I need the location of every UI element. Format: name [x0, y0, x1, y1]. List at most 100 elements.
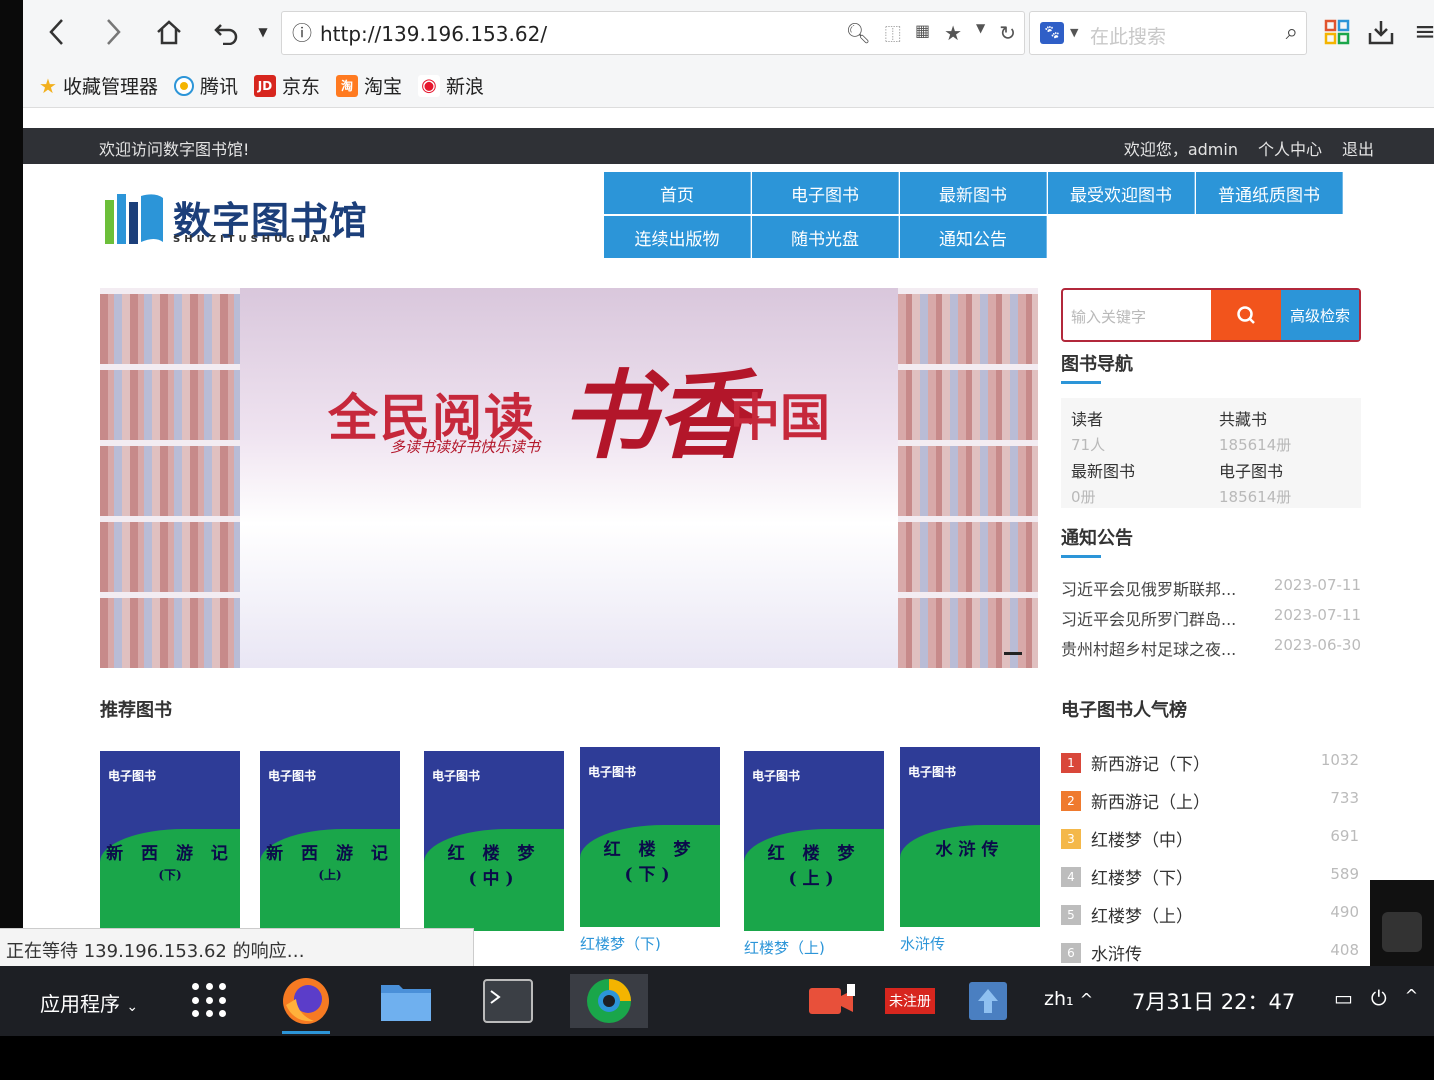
nav-serials[interactable]: 连续出版物 [604, 216, 751, 258]
bookmark-label: 新浪 [446, 76, 485, 98]
nav-notices[interactable]: 通知公告 [900, 216, 1047, 258]
book-card[interactable]: 电子图书 红 楼 梦(中) ) [424, 751, 564, 955]
browser-window: ▼ ⓘ http://139.196.153.62/ 🔍︎ ⿰ ▦ ★ ▼ ↻ … [23, 0, 1434, 966]
search-button[interactable] [1211, 290, 1281, 340]
menu-icon[interactable]: ≡ [1407, 14, 1434, 50]
rank-row[interactable]: 3 红楼梦（中） 691 [1061, 824, 1361, 862]
rank-row[interactable]: 4 红楼梦（下） 589 [1061, 862, 1361, 900]
search-icon [1237, 306, 1255, 324]
book-cover[interactable]: 电子图书 新 西 游 记 (上) [260, 751, 400, 931]
undo-icon[interactable] [209, 14, 245, 50]
chevron-up-icon[interactable]: ^ [1405, 986, 1418, 1010]
book-cover[interactable]: 电子图书 水浒传 [900, 747, 1040, 927]
paw-icon[interactable]: 🐾︎ [1040, 22, 1064, 44]
bookmark-tencent[interactable]: 腾讯 [173, 72, 238, 99]
address-bar[interactable]: ⓘ http://139.196.153.62/ 🔍︎ ⿰ ▦ ★ ▼ ↻ [281, 11, 1025, 55]
rank-row[interactable]: 5 红楼梦（上） 490 [1061, 900, 1361, 938]
nav-popular-books[interactable]: 最受欢迎图书 [1048, 172, 1195, 214]
book-cover[interactable]: 电子图书 红 楼 梦 (上) [744, 751, 884, 931]
nav-new-books[interactable]: 最新图书 [900, 172, 1047, 214]
engine-dropdown-icon[interactable]: ▼ [1070, 26, 1078, 39]
translate-icon[interactable]: ⿰ [885, 21, 901, 45]
rank-name[interactable]: 红楼梦（上） [1091, 902, 1193, 927]
rank-name[interactable]: 新西游记（下） [1091, 750, 1210, 775]
widget-icon[interactable] [1382, 912, 1422, 952]
back-icon[interactable] [39, 14, 75, 50]
bookmark-label: 腾讯 [199, 76, 238, 98]
upload-icon[interactable] [958, 974, 1018, 1028]
firefox-icon[interactable] [276, 974, 336, 1034]
stat-label: 共藏书 [1219, 410, 1268, 429]
rank-name[interactable]: 红楼梦（中） [1091, 826, 1193, 851]
book-card[interactable]: 电子图书 新 西 游 记(上) ) [260, 751, 400, 955]
rank-count: 490 [1330, 903, 1359, 921]
rank-row[interactable]: 2 新西游记（上） 733 [1061, 786, 1361, 824]
bookmark-star-icon[interactable]: ★ [944, 21, 962, 45]
book-caption[interactable]: 水浒传 [900, 933, 1040, 954]
browser-search-bar[interactable]: 🐾︎ ▼ 在此搜索 ⌕ [1029, 11, 1307, 55]
logout-link[interactable]: 退出 [1342, 136, 1374, 160]
rank-row[interactable]: 6 水浒传 408 [1061, 938, 1361, 966]
rank-row[interactable]: 1 新西游记（下） 1032 [1061, 748, 1361, 786]
user-center-link[interactable]: 个人中心 [1258, 136, 1322, 160]
home-icon[interactable] [151, 14, 187, 50]
notice-item[interactable]: 习近平会见所罗门群岛... 2023-07-11 [1061, 606, 1361, 636]
carousel-indicator[interactable] [1004, 652, 1022, 655]
power-icon[interactable]: ⏻ [1371, 986, 1387, 1010]
screen-icon[interactable]: ▭ [1334, 986, 1353, 1010]
forward-icon[interactable] [95, 14, 131, 50]
book-cover[interactable]: 电子图书 红 楼 梦 (中) [424, 751, 564, 931]
bookmark-sina[interactable]: ◉ 新浪 [418, 72, 484, 99]
download-icon[interactable] [1363, 14, 1399, 50]
input-method[interactable]: zh₁ ^ [1044, 988, 1093, 1010]
zoom-icon[interactable]: 🔍︎ [846, 21, 871, 45]
browser-app-icon[interactable] [570, 974, 648, 1028]
undo-dropdown-icon[interactable]: ▼ [245, 14, 281, 50]
notice-title[interactable]: 习近平会见俄罗斯联邦... [1061, 576, 1236, 600]
book-card[interactable]: 电子图书 红 楼 梦 (下) 红楼梦（下) [580, 747, 720, 954]
nav-home[interactable]: 首页 [604, 172, 751, 214]
terminal-icon[interactable] [478, 974, 538, 1028]
video-call-icon[interactable] [802, 974, 862, 1028]
stat-label: 读者 [1071, 410, 1104, 429]
applications-menu[interactable]: 应用程序 ⌄ [40, 988, 138, 1017]
hero-banner[interactable]: 全民阅读 书香 中国 多读书读好书快乐读书 [100, 288, 1038, 668]
bookmark-taobao[interactable]: 淘 淘宝 [335, 72, 402, 99]
url-text[interactable]: http://139.196.153.62/ [320, 22, 547, 46]
book-caption[interactable]: 红楼梦（上) [744, 937, 884, 958]
notice-item[interactable]: 习近平会见俄罗斯联邦... 2023-07-11 [1061, 576, 1361, 606]
bookmark-jd[interactable]: JD 京东 [253, 72, 320, 99]
search-input[interactable]: 输入关键字 [1071, 306, 1146, 327]
apps-grid-icon[interactable] [1319, 14, 1355, 50]
book-caption[interactable]: 红楼梦（下) [580, 933, 720, 954]
bookmark-manager[interactable]: ★ 收藏管理器 [39, 72, 158, 99]
star-dropdown-icon[interactable]: ▼ [976, 21, 985, 45]
reload-icon[interactable]: ↻ [999, 21, 1016, 45]
notice-item[interactable]: 贵州村超乡村足球之夜... 2023-06-30 [1061, 636, 1361, 666]
nav-paper-books[interactable]: 普通纸质图书 [1196, 172, 1343, 214]
book-cover[interactable]: 电子图书 新 西 游 记 (下) [100, 751, 240, 931]
search-icon[interactable]: ⌕ [1286, 20, 1298, 45]
rank-name[interactable]: 水浒传 [1091, 940, 1142, 965]
site-info-icon[interactable]: ⓘ [290, 21, 314, 45]
notice-title[interactable]: 习近平会见所罗门群岛... [1061, 606, 1236, 630]
nav-cds[interactable]: 随书光盘 [752, 216, 899, 258]
site-logo[interactable]: 数字图书馆 SHUZITUSHUGUAN [103, 188, 373, 250]
nav-ebooks[interactable]: 电子图书 [752, 172, 899, 214]
floating-widget[interactable] [1370, 880, 1434, 966]
book-card[interactable]: 电子图书 红 楼 梦 (上) 红楼梦（上) [744, 751, 884, 958]
rank-name[interactable]: 新西游记（上） [1091, 788, 1210, 813]
cover-title: 红 楼 梦 [767, 844, 861, 864]
rank-name[interactable]: 红楼梦（下） [1091, 864, 1193, 889]
app-launcher-icon[interactable] [192, 983, 228, 1019]
book-card[interactable]: 电子图书 新 西 游 记 (下) [100, 751, 240, 937]
unregistered-badge[interactable]: 未注册 [880, 974, 940, 1028]
qr-icon[interactable]: ▦ [915, 21, 930, 45]
notice-title[interactable]: 贵州村超乡村足球之夜... [1061, 636, 1236, 660]
taskbar: 应用程序 ⌄ 未注册 zh₁ ^ 7月31日 22：47 ▭ ⏻ ^ [0, 966, 1434, 1036]
folder-icon[interactable] [376, 974, 436, 1028]
book-card[interactable]: 电子图书 水浒传 水浒传 [900, 747, 1040, 954]
advanced-search-button[interactable]: 高级检索 [1281, 290, 1359, 340]
clock[interactable]: 7月31日 22：47 [1132, 986, 1295, 1016]
book-cover[interactable]: 电子图书 红 楼 梦 (下) [580, 747, 720, 927]
